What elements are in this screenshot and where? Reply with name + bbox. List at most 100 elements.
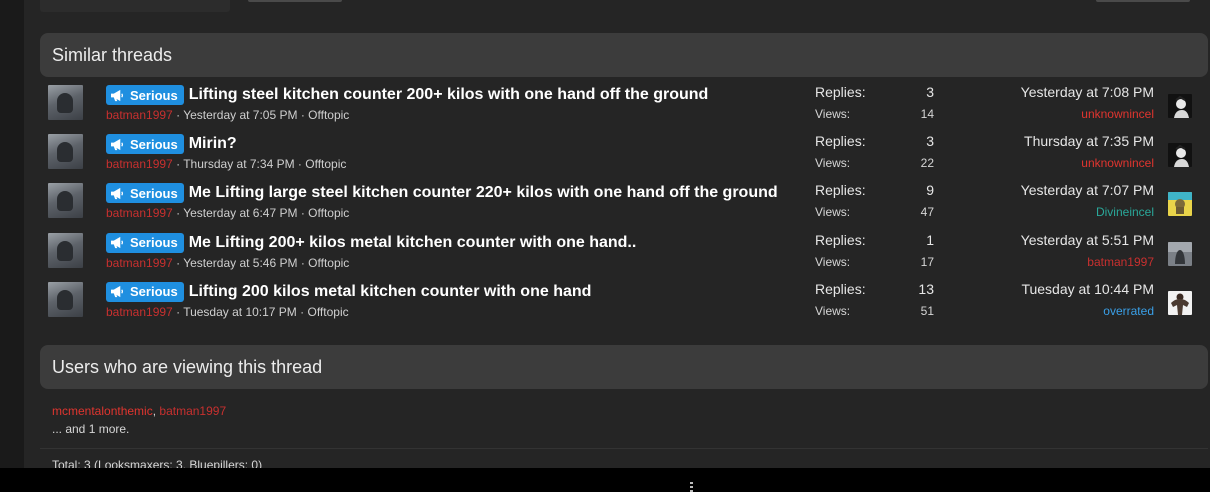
viewers-list: mcmentalonthemic, batman1997 ... and 1 m…: [52, 402, 226, 438]
thread-author-avatar[interactable]: [48, 85, 83, 120]
views-label: Views:: [815, 107, 851, 121]
last-poster-avatar[interactable]: [1168, 241, 1192, 266]
viewer-link[interactable]: batman1997: [159, 404, 226, 418]
thread-start-date[interactable]: Yesterday at 6:47 PM: [183, 206, 297, 220]
views-count: 51: [920, 303, 934, 318]
thread-title-line: Serious Mirin?: [106, 134, 237, 155]
thread-title-line: Serious Me Lifting 200+ kilos metal kitch…: [106, 232, 637, 253]
last-poster-link[interactable]: batman1997: [1087, 255, 1154, 269]
thread-author-link[interactable]: batman1997: [106, 206, 173, 220]
resize-handle-icon[interactable]: [690, 482, 693, 492]
thread-forum-link[interactable]: Offtopic: [308, 206, 349, 220]
thread-author-link[interactable]: batman1997: [106, 108, 173, 122]
thread-prefix-label: Serious: [130, 235, 178, 251]
meta-separator: ·: [172, 157, 184, 172]
thread-author-avatar[interactable]: [48, 232, 83, 268]
thread-title-link[interactable]: Me Lifting 200+ kilos metal kitchen coun…: [189, 234, 637, 252]
last-post-date[interactable]: Tuesday at 10:44 PM: [1021, 281, 1154, 297]
thread-prefix-badge[interactable]: Serious: [106, 183, 184, 204]
thread-author-avatar[interactable]: [48, 183, 83, 219]
thread-row: Serious Lifting 200 kilos metal kitchen c…: [40, 277, 1208, 326]
similar-threads-list: Serious Lifting steel kitchen counter 200…: [40, 80, 1208, 326]
views-label: Views:: [815, 254, 851, 269]
thread-start-date[interactable]: Yesterday at 7:05 PM: [183, 108, 297, 122]
meta-separator: ·: [172, 255, 184, 270]
viewers-title: Users who are viewing this thread: [52, 356, 323, 377]
replies-count: 1: [926, 231, 934, 248]
thread-prefix-badge[interactable]: Serious: [106, 134, 184, 155]
thread-meta: batman1997 · Tuesday at 10:17 PM · Offto…: [106, 305, 349, 319]
last-post-date[interactable]: Yesterday at 7:08 PM: [1021, 84, 1154, 100]
viewers-divider: [40, 448, 1208, 449]
megaphone-icon: [110, 285, 130, 298]
thread-title-link[interactable]: Mirin?: [189, 135, 237, 153]
views-count: 17: [920, 254, 934, 269]
views-count: 22: [920, 156, 934, 171]
meta-separator: ·: [172, 108, 184, 122]
viewers-heading: Users who are viewing this thread: [40, 345, 1208, 389]
views-count: 47: [920, 205, 934, 220]
thread-forum-link[interactable]: Offtopic: [308, 256, 349, 270]
previous-control-remnant: [248, 0, 342, 2]
thread-author-link[interactable]: batman1997: [106, 157, 173, 171]
megaphone-icon: [110, 236, 130, 249]
last-poster-avatar[interactable]: [1168, 143, 1192, 168]
views-label: Views:: [815, 205, 851, 220]
last-poster-avatar[interactable]: [1168, 192, 1192, 217]
thread-title-link[interactable]: Lifting steel kitchen counter 200+ kilos…: [189, 86, 709, 104]
thread-row: Serious Mirin? batman1997 · Thursday at 7:…: [40, 129, 1208, 178]
thread-prefix-label: Serious: [130, 284, 178, 300]
left-rail: [0, 0, 24, 468]
meta-separator: ·: [297, 255, 309, 270]
thread-author-avatar[interactable]: [48, 134, 83, 170]
meta-separator: ·: [172, 304, 184, 319]
similar-threads-heading: Similar threads: [40, 33, 1208, 77]
thread-row: Serious Lifting steel kitchen counter 200…: [40, 80, 1208, 129]
replies-count: 9: [926, 182, 934, 199]
last-poster-link[interactable]: overrated: [1103, 304, 1154, 318]
viewer-link[interactable]: mcmentalonthemic: [52, 404, 153, 418]
meta-separator: ·: [297, 206, 309, 221]
last-poster-link[interactable]: unknownincel: [1081, 156, 1154, 170]
bottom-bar: [0, 468, 1210, 492]
thread-forum-link[interactable]: Offtopic: [308, 108, 349, 122]
replies-label: Replies:: [815, 84, 866, 100]
thread-author-link[interactable]: batman1997: [106, 256, 173, 270]
replies-label: Replies:: [815, 133, 866, 150]
thread-prefix-badge[interactable]: Serious: [106, 232, 184, 253]
thread-prefix-badge[interactable]: Serious: [106, 85, 184, 105]
thread-prefix-label: Serious: [130, 185, 178, 201]
replies-count: 13: [918, 280, 934, 297]
thread-title-link[interactable]: Lifting 200 kilos metal kitchen counter …: [189, 283, 592, 301]
meta-separator: ·: [297, 108, 309, 122]
previous-control-remnant-right: [1096, 0, 1190, 2]
thread-prefix-label: Serious: [130, 136, 178, 152]
meta-separator: ·: [172, 206, 184, 221]
thread-title-link[interactable]: Me Lifting large steel kitchen counter 2…: [189, 184, 778, 202]
thread-author-link[interactable]: batman1997: [106, 305, 173, 319]
thread-forum-link[interactable]: Offtopic: [305, 157, 346, 171]
thread-start-date[interactable]: Thursday at 7:34 PM: [183, 157, 294, 171]
thread-meta: batman1997 · Thursday at 7:34 PM · Offto…: [106, 157, 346, 171]
last-poster-avatar[interactable]: [1168, 290, 1192, 315]
last-post-date[interactable]: Yesterday at 7:07 PM: [1021, 182, 1154, 198]
last-poster-link[interactable]: unknownincel: [1081, 107, 1154, 121]
last-post-date[interactable]: Yesterday at 5:51 PM: [1021, 232, 1154, 248]
last-post-date[interactable]: Thursday at 7:35 PM: [1024, 133, 1154, 149]
replies-label: Replies:: [815, 231, 866, 248]
views-count: 14: [920, 107, 934, 121]
thread-author-avatar[interactable]: [48, 281, 83, 317]
megaphone-icon: [110, 187, 130, 200]
last-poster-avatar[interactable]: [1168, 94, 1192, 118]
replies-count: 3: [926, 133, 934, 150]
replies-label: Replies:: [815, 182, 866, 199]
thread-forum-link[interactable]: Offtopic: [307, 305, 348, 319]
thread-prefix-badge[interactable]: Serious: [106, 281, 184, 302]
replies-count: 3: [926, 84, 934, 100]
last-poster-link[interactable]: Divineincel: [1096, 205, 1154, 219]
thread-start-date[interactable]: Yesterday at 5:46 PM: [183, 256, 297, 270]
thread-start-date[interactable]: Tuesday at 10:17 PM: [183, 305, 297, 319]
megaphone-icon: [110, 89, 130, 102]
thread-title-line: Serious Lifting 200 kilos metal kitchen c…: [106, 281, 592, 302]
viewers-more: ... and 1 more.: [52, 422, 130, 436]
